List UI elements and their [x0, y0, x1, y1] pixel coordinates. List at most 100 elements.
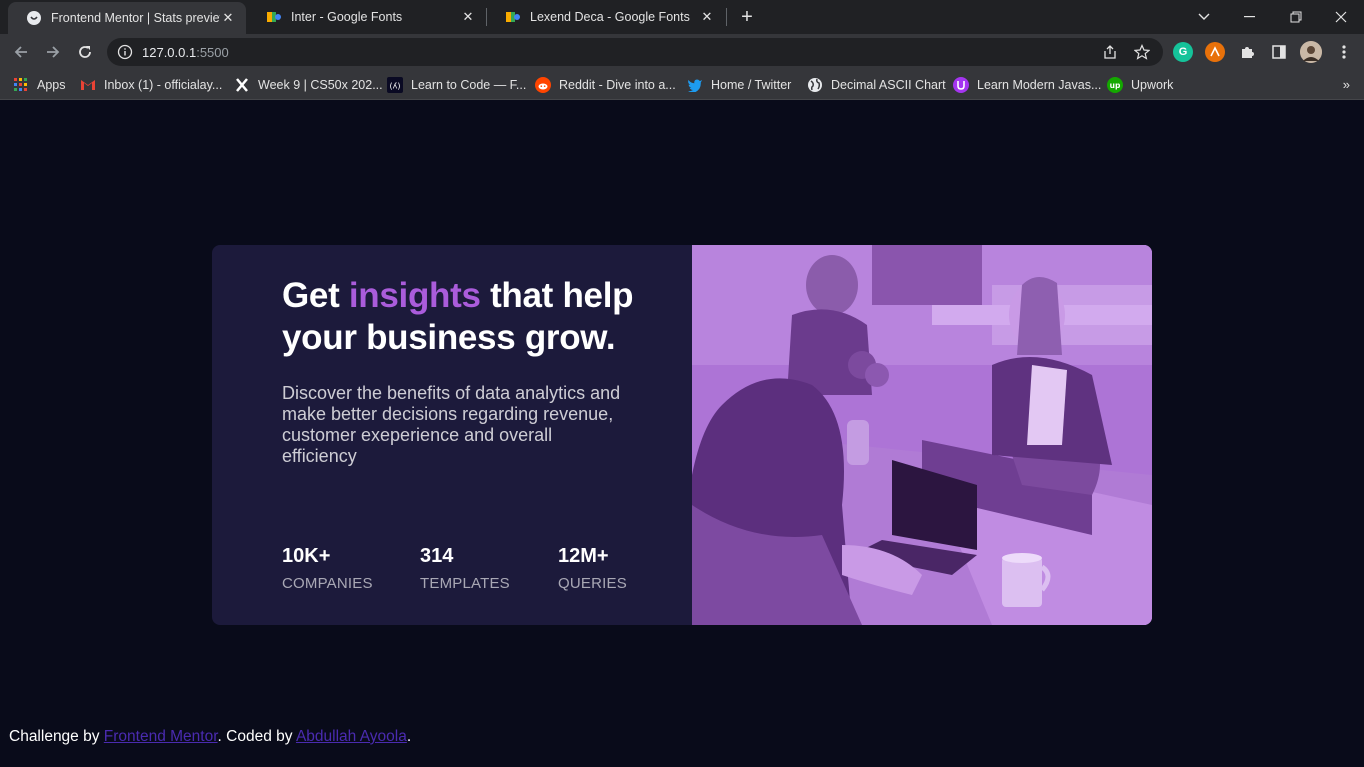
- extension-orange-icon[interactable]: [1205, 42, 1225, 62]
- stats-row: 10K+ COMPANIES 314 TEMPLATES 12M+ QUERIE…: [282, 545, 638, 592]
- new-tab-button[interactable]: +: [736, 6, 758, 28]
- twitter-icon: [687, 77, 703, 93]
- close-window-button[interactable]: [1318, 0, 1364, 34]
- stat-label: TEMPLATES: [420, 575, 510, 592]
- close-icon: [1335, 11, 1347, 23]
- headline-accent: insights: [348, 276, 481, 315]
- forward-button[interactable]: [41, 40, 65, 64]
- bookmark-cs50[interactable]: Week 9 | CS50x 202...: [234, 76, 383, 94]
- headline-start: Get: [282, 276, 349, 315]
- bookmark-label: Reddit - Dive into a...: [559, 78, 676, 92]
- tab-title: Inter - Google Fonts: [291, 10, 403, 24]
- reload-button[interactable]: [73, 40, 97, 64]
- upwork-icon: up: [1107, 77, 1123, 93]
- bookmark-label: Home / Twitter: [711, 78, 792, 92]
- tab-separator: [726, 8, 727, 26]
- avatar-icon: [1300, 41, 1322, 63]
- bookmark-freecodecamp[interactable]: (ʎ) Learn to Code — F...: [387, 76, 526, 94]
- tab-title: Frontend Mentor | Stats preview c: [51, 11, 220, 25]
- bookmark-label: Learn Modern Javas...: [977, 78, 1102, 92]
- reload-icon: [79, 46, 91, 58]
- bookmark-star-icon[interactable]: [1134, 44, 1150, 60]
- google-fonts-icon: [505, 9, 521, 25]
- reddit-icon: [535, 77, 551, 93]
- bookmark-label: Learn to Code — F...: [411, 78, 527, 92]
- tab-frontend-mentor[interactable]: Frontend Mentor | Stats preview c ✕: [8, 2, 246, 34]
- url-text: 127.0.0.1:5500: [142, 45, 229, 60]
- bookmark-javascript-course[interactable]: Learn Modern Javas...: [953, 76, 1101, 94]
- stat-templates: 314 TEMPLATES: [420, 545, 558, 592]
- bookmark-label: Decimal ASCII Chart: [831, 78, 946, 92]
- svg-text:up: up: [1110, 81, 1121, 90]
- stat-value: 314: [420, 545, 454, 567]
- stat-label: QUERIES: [558, 575, 627, 592]
- address-bar[interactable]: 127.0.0.1:5500: [107, 38, 1163, 66]
- hero-image: [692, 245, 1152, 625]
- author-link[interactable]: Abdullah Ayoola: [296, 728, 407, 745]
- bookmark-reddit[interactable]: Reddit - Dive into a...: [535, 76, 676, 94]
- arrow-left-icon: [14, 46, 27, 58]
- gmail-icon: [80, 77, 96, 93]
- stat-value: 10K+: [282, 545, 331, 567]
- bookmark-label: Apps: [37, 78, 66, 92]
- close-tab-icon[interactable]: ✕: [220, 10, 236, 26]
- stat-companies: 10K+ COMPANIES: [282, 545, 420, 592]
- bookmark-upwork[interactable]: up Upwork: [1107, 76, 1173, 94]
- tab-strip: Frontend Mentor | Stats preview c ✕ Inte…: [0, 0, 1364, 34]
- bookmarks-bar: Apps Inbox (1) - officialay... Week 9 | …: [0, 70, 1364, 100]
- tab-lexend-fonts[interactable]: Lexend Deca - Google Fonts ✕: [487, 0, 725, 34]
- card-content: Get insights that help your business gro…: [282, 275, 642, 467]
- site-info-icon[interactable]: [117, 44, 133, 60]
- extension-glyph-icon: [1210, 46, 1220, 57]
- grammarly-letter: G: [1178, 46, 1188, 58]
- card-headline: Get insights that help your business gro…: [282, 275, 642, 359]
- freecodecamp-icon: (ʎ): [387, 77, 403, 93]
- browser-menu-button[interactable]: [1332, 40, 1356, 64]
- bookmark-gmail[interactable]: Inbox (1) - officialay...: [80, 76, 222, 94]
- chevron-down-icon: [1198, 13, 1210, 20]
- globe-icon: [807, 77, 823, 93]
- bookmark-twitter[interactable]: Home / Twitter: [687, 76, 791, 94]
- side-panel-icon[interactable]: [1269, 42, 1289, 62]
- url-port: :5500: [196, 45, 229, 60]
- share-icon[interactable]: [1102, 44, 1118, 60]
- bookmarks-overflow-icon[interactable]: »: [1343, 77, 1350, 92]
- close-tab-icon[interactable]: ✕: [460, 9, 476, 25]
- bookmark-label: Upwork: [1131, 78, 1174, 92]
- close-tab-icon[interactable]: ✕: [699, 9, 715, 25]
- kebab-menu-icon: [1342, 45, 1346, 59]
- apps-grid-icon: [13, 77, 29, 93]
- restore-button[interactable]: [1273, 0, 1319, 34]
- bookmark-ascii-chart[interactable]: Decimal ASCII Chart: [807, 76, 946, 94]
- frontend-mentor-icon: [26, 10, 42, 26]
- tab-inter-fonts[interactable]: Inter - Google Fonts ✕: [248, 0, 486, 34]
- attribution-suffix: .: [406, 728, 412, 745]
- card-description: Discover the benefits of data analytics …: [282, 383, 621, 466]
- frontend-mentor-link[interactable]: Frontend Mentor: [104, 728, 218, 745]
- profile-avatar[interactable]: [1300, 41, 1322, 63]
- attribution-prefix: Challenge by: [9, 728, 104, 745]
- stat-label: COMPANIES: [282, 575, 373, 592]
- back-button[interactable]: [9, 40, 33, 64]
- arrow-right-icon: [47, 46, 60, 58]
- extensions-puzzle-icon[interactable]: [1237, 42, 1257, 62]
- bookmark-apps[interactable]: Apps: [13, 76, 66, 94]
- minimize-icon: [1244, 16, 1255, 18]
- minimize-button[interactable]: [1227, 0, 1273, 34]
- browser-toolbar: 127.0.0.1:5500 G: [0, 34, 1364, 70]
- attribution-footer: Challenge by Frontend Mentor. Coded by A…: [9, 728, 411, 746]
- stat-value: 12M+: [558, 545, 609, 567]
- url-host: 127.0.0.1: [142, 45, 197, 60]
- grammarly-icon[interactable]: G: [1173, 42, 1193, 62]
- puzzle-icon: [1242, 47, 1254, 58]
- attribution-middle: . Coded by: [217, 728, 296, 745]
- x-icon: [234, 77, 250, 93]
- stats-preview-card: Get insights that help your business gro…: [212, 245, 1152, 625]
- office-meeting-illustration: [692, 245, 1152, 625]
- stat-queries: 12M+ QUERIES: [558, 545, 638, 592]
- javascript-course-icon: [953, 77, 969, 93]
- bookmark-label: Week 9 | CS50x 202...: [258, 78, 383, 92]
- side-panel-glyph-icon: [1272, 45, 1286, 59]
- tab-search-button[interactable]: [1181, 0, 1227, 34]
- tab-title: Lexend Deca - Google Fonts: [530, 10, 690, 24]
